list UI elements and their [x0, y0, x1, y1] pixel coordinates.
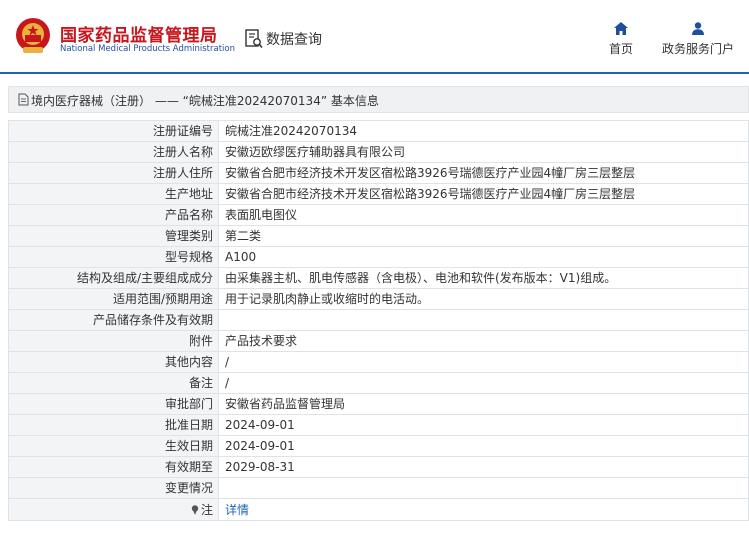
- row-label: 生效日期: [8, 435, 219, 457]
- table-row: 注册人名称 安徽迈欧缪医疗辅助器具有限公司: [8, 141, 749, 163]
- nav-gov-service[interactable]: 政务服务门户: [658, 22, 738, 57]
- table-row: 备注 /: [8, 372, 749, 394]
- row-label: 产品名称: [8, 204, 219, 226]
- document-icon: [18, 93, 29, 106]
- row-value: 安徽迈欧缪医疗辅助器具有限公司: [218, 141, 749, 163]
- home-icon: [614, 22, 628, 35]
- registration-info-table: 注册证编号 皖械注准20242070134 注册人名称 安徽迈欧缪医疗辅助器具有限公司…: [8, 120, 749, 521]
- row-value: 安徽省合肥市经济技术开发区宿松路3926号瑞德医疗产业园4幢厂房三层整层: [218, 162, 749, 184]
- site-title-en: National Medical Products Administration: [60, 44, 235, 54]
- row-label: 适用范围/预期用途: [8, 288, 219, 310]
- row-label: 备注: [8, 372, 219, 394]
- row-label: 变更情况: [8, 477, 219, 499]
- table-row-note: 注详情: [8, 498, 749, 521]
- row-label: 有效期至: [8, 456, 219, 478]
- row-value-note: 详情: [218, 498, 749, 521]
- note-label: 注: [200, 502, 213, 517]
- breadcrumb: 境内医疗器械（注册） —— “皖械注准20242070134” 基本信息: [8, 86, 749, 113]
- row-value: 用于记录肌肉静止或收缩时的电活动。: [218, 288, 749, 310]
- row-label: 批准日期: [8, 414, 219, 436]
- table-row: 变更情况: [8, 477, 749, 499]
- row-value: 安徽省药品监督管理局: [218, 393, 749, 415]
- table-row: 附件 产品技术要求: [8, 330, 749, 352]
- row-label: 注册人名称: [8, 141, 219, 163]
- table-row: 注册人住所 安徽省合肥市经济技术开发区宿松路3926号瑞德医疗产业园4幢厂房三层整…: [8, 162, 749, 184]
- row-label: 管理类别: [8, 225, 219, 247]
- header-divider: [0, 72, 749, 74]
- table-row: 批准日期 2024-09-01: [8, 414, 749, 436]
- row-value: /: [218, 351, 749, 373]
- row-value: A100: [218, 246, 749, 268]
- row-label: 其他内容: [8, 351, 219, 373]
- national-emblem-icon: [16, 18, 50, 53]
- row-label: 生产地址: [8, 183, 219, 205]
- row-value: [218, 477, 749, 499]
- table-row: 生效日期 2024-09-01: [8, 435, 749, 457]
- detail-link[interactable]: 详情: [225, 503, 249, 517]
- site-header: 国家药品监督管理局 National Medical Products Admi…: [0, 0, 749, 73]
- row-value: 由采集器主机、肌电传感器（含电极）、电池和软件(发布版本：V1)组成。: [218, 267, 749, 289]
- breadcrumb-text: 境内医疗器械（注册） —— “皖械注准20242070134” 基本信息: [31, 94, 379, 108]
- row-value: 安徽省合肥市经济技术开发区宿松路3926号瑞德医疗产业园4幢厂房三层整层: [218, 183, 749, 205]
- row-label-note: 注: [8, 498, 219, 521]
- row-value: 2029-08-31: [218, 456, 749, 478]
- row-value: [218, 309, 749, 331]
- table-row: 生产地址 安徽省合肥市经济技术开发区宿松路3926号瑞德医疗产业园4幢厂房三层整层: [8, 183, 749, 205]
- table-row: 适用范围/预期用途 用于记录肌肉静止或收缩时的电活动。: [8, 288, 749, 310]
- table-row: 注册证编号 皖械注准20242070134: [8, 120, 749, 142]
- nav-gov-service-label: 政务服务门户: [661, 42, 734, 56]
- table-row: 审批部门 安徽省药品监督管理局: [8, 393, 749, 415]
- data-query-label: 数据查询: [266, 32, 322, 48]
- user-icon: [692, 22, 704, 35]
- row-value: 产品技术要求: [218, 330, 749, 352]
- row-value: 2024-09-01: [218, 414, 749, 436]
- table-row: 有效期至 2029-08-31: [8, 456, 749, 478]
- table-row: 产品储存条件及有效期: [8, 309, 749, 331]
- row-label: 注册证编号: [8, 120, 219, 142]
- nav-home-label: 首页: [608, 42, 633, 56]
- row-label: 产品储存条件及有效期: [8, 309, 219, 331]
- site-title-cn: 国家药品监督管理局: [60, 26, 218, 46]
- pin-icon: [191, 504, 199, 515]
- row-value: 表面肌电图仪: [218, 204, 749, 226]
- table-row: 产品名称 表面肌电图仪: [8, 204, 749, 226]
- nav-home[interactable]: 首页: [603, 22, 639, 57]
- row-value: 第二类: [218, 225, 749, 247]
- document-search-icon: [245, 29, 263, 49]
- table-row: 型号规格 A100: [8, 246, 749, 268]
- table-row: 其他内容 /: [8, 351, 749, 373]
- row-label: 附件: [8, 330, 219, 352]
- row-value: 皖械注准20242070134: [218, 120, 749, 142]
- row-label: 结构及组成/主要组成成分: [8, 267, 219, 289]
- row-label: 注册人住所: [8, 162, 219, 184]
- row-value: /: [218, 372, 749, 394]
- table-row: 结构及组成/主要组成成分 由采集器主机、肌电传感器（含电极）、电池和软件(发布版本…: [8, 267, 749, 289]
- row-value: 2024-09-01: [218, 435, 749, 457]
- row-label: 审批部门: [8, 393, 219, 415]
- row-label: 型号规格: [8, 246, 219, 268]
- table-row: 管理类别 第二类: [8, 225, 749, 247]
